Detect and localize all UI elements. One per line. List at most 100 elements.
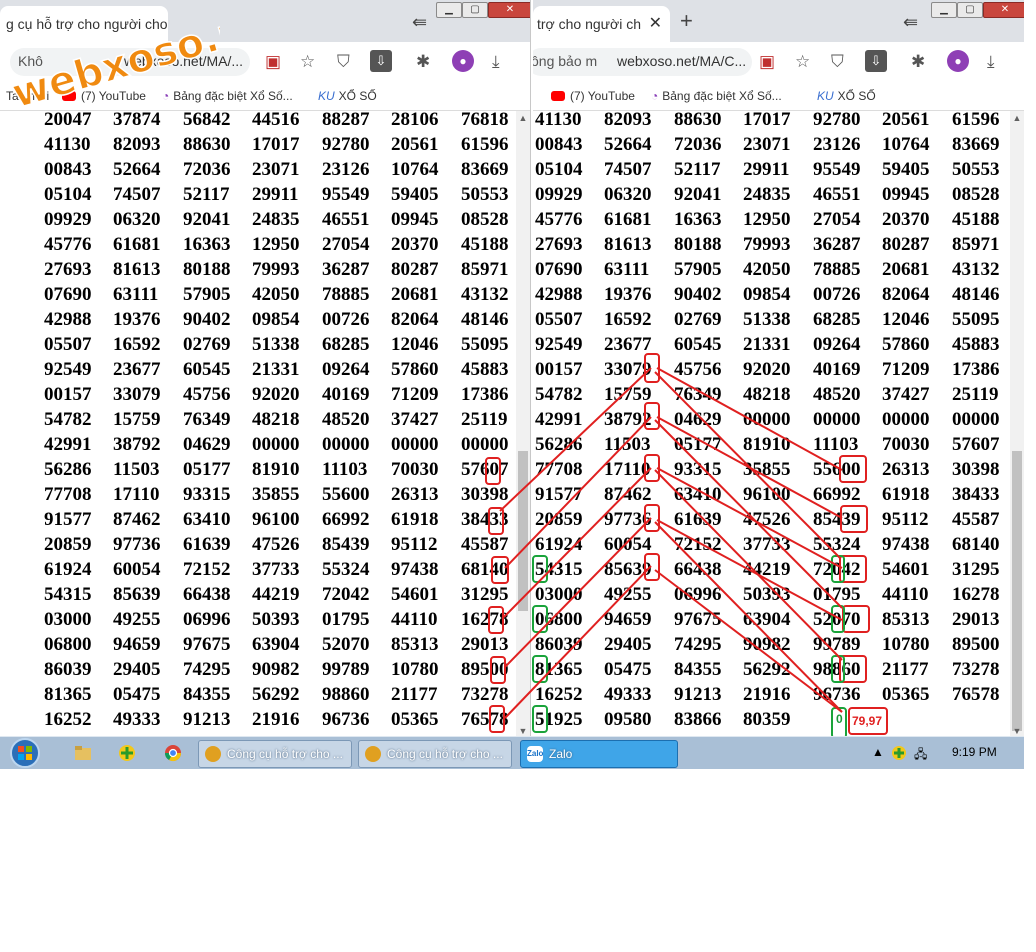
extensions-puzzle-icon[interactable]: ✱ [911, 52, 925, 72]
bookmark-xo-so[interactable]: KU XỔ SỐ [817, 89, 876, 103]
bookmark-xo-so[interactable]: KU XỔ SỐ [318, 89, 377, 103]
scroll-thumb[interactable] [1012, 451, 1022, 731]
bookmark-youtube[interactable]: (7) YouTube [551, 89, 635, 103]
number-cell: 09945 [882, 184, 930, 205]
right-browser-window: trợ cho người ch ✕ + ⇚ ▁ ▢ ✕ ông bảo m w… [533, 0, 1024, 740]
bookmark-star-icon[interactable]: ☆ [300, 52, 315, 72]
number-cell: 50553 [461, 184, 509, 205]
number-cell: 09945 [391, 209, 439, 230]
scroll-down-icon[interactable]: ▼ [1010, 726, 1024, 736]
number-cell: 44219 [743, 559, 791, 580]
number-cell: 76818 [461, 109, 509, 130]
downloads-icon[interactable]: ⤓ [492, 52, 500, 72]
tray-plus-icon[interactable] [890, 744, 908, 762]
number-cell: 76349 [674, 384, 722, 405]
scrollbar[interactable]: ▲ ▼ [516, 111, 530, 740]
number-cell: 85971 [461, 259, 509, 280]
number-cell: 43132 [461, 284, 509, 305]
number-cell: 93315 [674, 459, 722, 480]
number-cell: 60545 [674, 334, 722, 355]
scrollbar[interactable]: ▲ ▼ [1010, 111, 1024, 740]
number-cell: 06320 [604, 184, 652, 205]
number-cell: 57905 [674, 259, 722, 280]
bookmark-star-icon[interactable]: ☆ [795, 52, 810, 72]
scroll-thumb[interactable] [518, 451, 528, 611]
number-cell: 59405 [391, 184, 439, 205]
number-cell: 00843 [535, 134, 583, 155]
minimize-button[interactable]: ▁ [436, 2, 462, 18]
number-cell: 04629 [674, 409, 722, 430]
number-cell: 50393 [743, 584, 791, 605]
downloads-icon[interactable]: ⤓ [987, 52, 995, 72]
tab-search-icon[interactable]: ⇚ [903, 12, 918, 33]
number-cell: 48218 [252, 409, 300, 430]
number-cell: 05507 [535, 309, 583, 330]
number-cell: 20859 [44, 534, 92, 555]
close-window-button[interactable]: ✕ [983, 2, 1024, 18]
number-cell: 01795 [813, 584, 861, 605]
maximize-button[interactable]: ▢ [462, 2, 488, 18]
plus-app-icon[interactable] [118, 744, 136, 762]
explorer-icon[interactable] [74, 744, 92, 762]
active-tab[interactable]: trợ cho người ch ✕ [533, 6, 670, 42]
number-cell: 70030 [391, 459, 439, 480]
number-cell: 56286 [535, 434, 583, 455]
number-cell: 70030 [882, 434, 930, 455]
number-cell: 17017 [252, 134, 300, 155]
close-window-button[interactable]: ✕ [488, 2, 530, 18]
number-cell: 74295 [183, 659, 231, 680]
page-blocked-icon[interactable]: ▣ [759, 52, 775, 72]
network-icon[interactable]: 🖧 [914, 745, 927, 766]
number-cell: 38433 [461, 509, 509, 530]
page-blocked-icon[interactable]: ▣ [265, 52, 281, 72]
number-cell: 85639 [113, 584, 161, 605]
number-cell: 23126 [813, 134, 861, 155]
profile-ext-icon[interactable]: ● [947, 50, 969, 72]
number-cell: 56292 [743, 659, 791, 680]
start-button[interactable] [4, 737, 46, 769]
taskbar-chrome-window-1[interactable]: Công cụ hỗ trợ cho ... [198, 740, 352, 768]
number-cell: 05475 [604, 659, 652, 680]
scroll-up-icon[interactable]: ▲ [1010, 113, 1024, 123]
number-cell: 79993 [743, 234, 791, 255]
number-cell: 31295 [952, 559, 1000, 580]
taskbar-chrome-window-2[interactable]: Công cụ hỗ trợ cho ... [358, 740, 512, 768]
tray-expand-icon[interactable]: ▲ [872, 745, 884, 759]
number-cell: 42050 [743, 259, 791, 280]
extensions-puzzle-icon[interactable]: ✱ [416, 52, 430, 72]
number-cell: 51925 [535, 709, 583, 730]
shield-icon[interactable]: ⛉ [831, 52, 844, 72]
number-cell: 09854 [252, 309, 300, 330]
number-cell: 80359 [743, 709, 791, 730]
shield-icon[interactable]: ⛉ [337, 52, 350, 72]
maximize-button[interactable]: ▢ [957, 2, 983, 18]
bookmark-bang-dac-biet[interactable]: ◔ Bảng đặc biệt Xổ Số... [651, 89, 782, 103]
taskbar-zalo-window[interactable]: Zalo Zalo [520, 740, 678, 768]
omnibox[interactable]: ông bảo m webxoso.net/MA/C... [533, 48, 752, 76]
number-cell: 73278 [461, 684, 509, 705]
download-ext-icon[interactable]: ⇩ [865, 50, 887, 72]
tab-search-icon[interactable]: ⇚ [412, 12, 427, 33]
chrome-icon[interactable] [164, 744, 182, 762]
number-cell: 52070 [813, 609, 861, 630]
download-ext-icon[interactable]: ⇩ [370, 50, 392, 72]
scroll-up-icon[interactable]: ▲ [516, 113, 530, 123]
new-tab-icon[interactable]: + [680, 8, 693, 34]
number-cell: 82093 [113, 134, 161, 155]
minimize-button[interactable]: ▁ [931, 2, 957, 18]
scroll-down-icon[interactable]: ▼ [516, 726, 530, 736]
number-cell: 48146 [461, 309, 509, 330]
number-cell: 55095 [461, 334, 509, 355]
number-cell: 37733 [743, 534, 791, 555]
bookmarks-bar: (7) YouTube ◔ Bảng đặc biệt Xổ Số... KU XỔ… [533, 84, 1024, 111]
number-cell: 48146 [952, 284, 1000, 305]
tab-strip: trợ cho người ch ✕ + ⇚ ▁ ▢ ✕ [533, 0, 1024, 42]
number-cell: 51338 [743, 309, 791, 330]
number-cell: 49255 [604, 584, 652, 605]
clock[interactable]: 9:19 PM [952, 745, 997, 759]
number-cell: 10764 [391, 159, 439, 180]
number-cell: 00000 [252, 434, 300, 455]
close-tab-icon[interactable]: ✕ [649, 6, 662, 42]
profile-ext-icon[interactable]: ● [452, 50, 474, 72]
number-cell: 68140 [461, 559, 509, 580]
